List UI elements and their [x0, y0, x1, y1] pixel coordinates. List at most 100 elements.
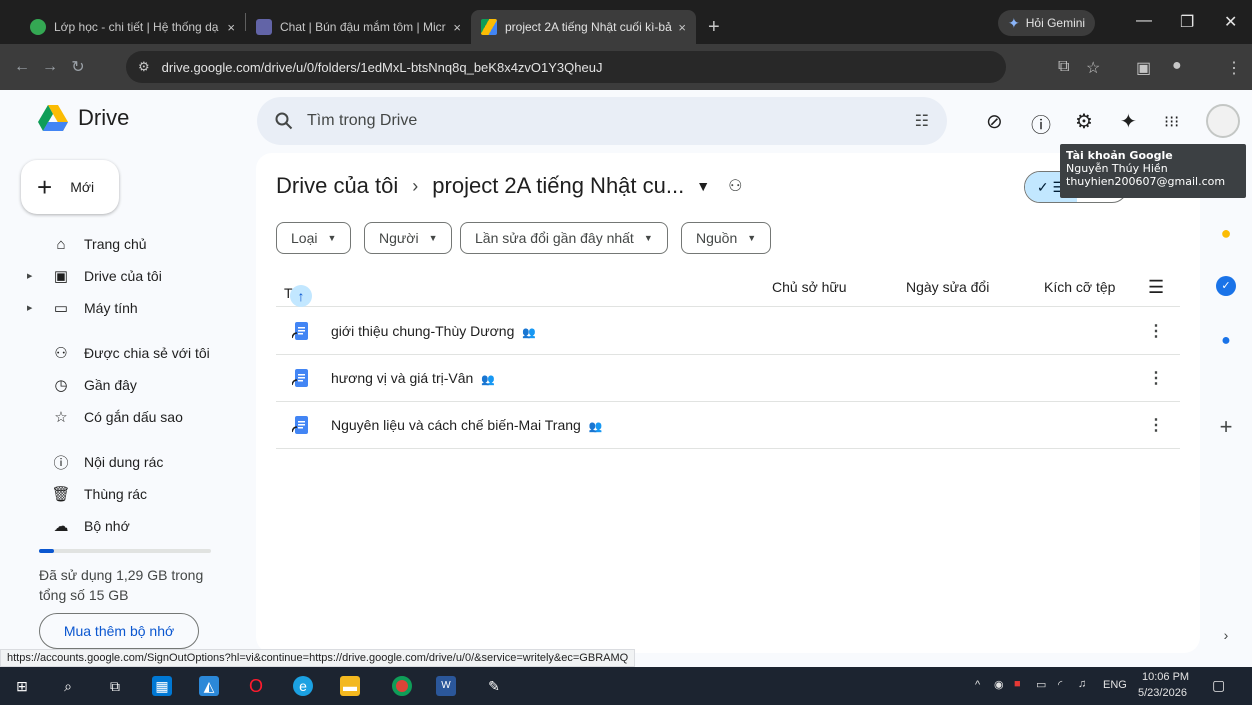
keep-icon[interactable]: ●: [1216, 223, 1236, 243]
buy-storage-button[interactable]: Mua thêm bộ nhớ: [39, 613, 199, 649]
close-tab-icon[interactable]: ×: [678, 20, 686, 35]
sidebar-item-home[interactable]: ⌂ Trang chủ: [30, 234, 146, 254]
forward-icon[interactable]: →: [36, 58, 64, 76]
wifi-icon[interactable]: ◜: [1058, 678, 1062, 691]
word-icon[interactable]: W: [436, 676, 456, 696]
sidebar-item-shared[interactable]: ⚇ Được chia sẻ với tôi: [30, 343, 210, 363]
sidebar-item-recent[interactable]: ◷ Gần đây: [30, 375, 136, 395]
side-panel-icon[interactable]: ▣: [1136, 58, 1151, 78]
expand-arrow-icon[interactable]: ▶: [27, 304, 32, 312]
store-icon[interactable]: ▦: [152, 676, 172, 696]
drive-logo[interactable]: Drive: [38, 105, 129, 131]
close-tab-icon[interactable]: ×: [453, 20, 461, 35]
column-modified-header[interactable]: Ngày sửa đổi: [906, 279, 989, 295]
edge-icon[interactable]: e: [293, 676, 313, 696]
tooltip-title: Tài khoản Google: [1066, 149, 1173, 162]
ask-gemini-button[interactable]: ✦ Hỏi Gemini: [998, 10, 1096, 36]
tray-app-icon[interactable]: ◉: [994, 678, 1004, 691]
browser-tab[interactable]: Chat | Bún đậu mắm tôm | Micr ×: [246, 10, 471, 44]
cloud-icon: ☁: [53, 518, 69, 535]
cast-icon[interactable]: ⧉: [1058, 58, 1069, 76]
sort-options-icon[interactable]: ☰: [1148, 277, 1164, 298]
apps-grid-icon[interactable]: ⁝⁝⁝: [1164, 112, 1179, 132]
computer-icon: ▭: [53, 300, 69, 317]
reload-icon[interactable]: ↻: [64, 57, 92, 77]
table-row[interactable]: hương vị và giá trị-Vân 👥 ⋮: [276, 355, 1180, 402]
chip-label: Người: [379, 230, 419, 246]
search-options-icon[interactable]: ☷: [915, 111, 929, 131]
folder-menu-caret-icon[interactable]: ▼: [696, 178, 710, 194]
battery-icon[interactable]: ▭: [1036, 678, 1046, 691]
more-actions-icon[interactable]: ⋮: [1148, 321, 1164, 341]
add-addon-icon[interactable]: +: [1216, 416, 1236, 438]
filter-source-chip[interactable]: Nguồn ▼: [681, 222, 772, 254]
browser-tab-active[interactable]: project 2A tiếng Nhật cuối kì-bả ×: [471, 10, 696, 44]
filter-modified-chip[interactable]: Lần sửa đổi gần đây nhất ▼: [460, 222, 668, 254]
folder-title[interactable]: project 2A tiếng Nhật cu...: [432, 173, 684, 199]
help-icon[interactable]: ⓘ: [1031, 109, 1051, 138]
breadcrumb-root[interactable]: Drive của tôi: [276, 173, 398, 199]
input-language[interactable]: ENG: [1103, 679, 1127, 691]
opera-icon[interactable]: O: [246, 676, 266, 696]
filter-type-chip[interactable]: Loại ▼: [276, 222, 352, 254]
tasks-icon[interactable]: ✓: [1216, 276, 1236, 296]
chrome-icon[interactable]: [392, 676, 412, 696]
table-row[interactable]: Nguyên liệu và cách chế biến-Mai Trang 👥 …: [276, 402, 1180, 449]
new-button[interactable]: + Mới: [21, 160, 119, 214]
caret-down-icon: ▼: [327, 233, 337, 243]
minimize-icon[interactable]: —: [1136, 12, 1152, 30]
column-size-header[interactable]: Kích cỡ tệp: [1044, 279, 1115, 295]
omnibox[interactable]: ⚙ drive.google.com/drive/u/0/folders/1ed…: [126, 51, 1006, 83]
show-hidden-icons[interactable]: ^: [975, 679, 980, 691]
account-avatar[interactable]: [1206, 104, 1240, 138]
notifications-icon[interactable]: ▢: [1212, 677, 1225, 694]
close-window-icon[interactable]: ✕: [1224, 12, 1237, 32]
photos-icon[interactable]: ◭: [199, 676, 219, 696]
caret-down-icon: ▼: [643, 233, 653, 243]
gemini-sparkle-icon: ✦: [1008, 14, 1020, 31]
taskbar-search-icon[interactable]: ⌕: [58, 676, 78, 696]
gemini-icon[interactable]: ✦: [1120, 109, 1137, 134]
tab-title: Chat | Bún đậu mắm tôm | Micr: [280, 20, 446, 34]
bookmark-star-icon[interactable]: ☆: [1086, 58, 1100, 78]
sidebar-item-starred[interactable]: ☆ Có gắn dấu sao: [30, 407, 183, 427]
close-tab-icon[interactable]: ×: [227, 20, 235, 35]
tray-antivirus-icon[interactable]: ■: [1014, 678, 1021, 690]
browser-tab[interactable]: Lớp học - chi tiết | Hệ thống dạ ×: [20, 10, 245, 44]
sidebar-item-storage[interactable]: ☁ Bộ nhớ: [30, 516, 130, 536]
file-explorer-icon[interactable]: ▬: [340, 676, 360, 696]
sidebar-item-spam[interactable]: ⓘ Nội dung rác: [30, 452, 163, 472]
new-tab-button[interactable]: +: [696, 10, 732, 44]
table-row[interactable]: giới thiệu chung-Thùy Dương 👥 ⋮: [276, 308, 1180, 355]
tooltip-email: thuyhien200607@gmail.com: [1066, 175, 1226, 188]
url-text: drive.google.com/drive/u/0/folders/1edMx…: [161, 59, 603, 75]
restore-icon[interactable]: ❐: [1180, 12, 1194, 32]
browser-menu-icon[interactable]: ⋮: [1226, 58, 1242, 78]
windows-start-icon[interactable]: ⊞: [12, 676, 32, 696]
sidebar-item-my-drive[interactable]: ▶ ▣ Drive của tôi: [27, 266, 162, 286]
search-input[interactable]: Tìm trong Drive ☷: [257, 97, 947, 145]
sidebar-item-trash[interactable]: 🗑 Thùng rác: [30, 484, 147, 504]
back-icon[interactable]: ←: [8, 58, 36, 76]
more-actions-icon[interactable]: ⋮: [1148, 368, 1164, 388]
sidebar-item-computers[interactable]: ▶ ▭ Máy tính: [27, 298, 138, 318]
profile-icon[interactable]: ●: [1172, 57, 1182, 75]
volume-icon[interactable]: ♫: [1078, 678, 1086, 690]
settings-gear-icon[interactable]: ⚙: [1075, 109, 1093, 134]
expand-panel-icon[interactable]: ›: [1216, 625, 1236, 645]
task-view-icon[interactable]: ⧉: [105, 676, 125, 696]
more-actions-icon[interactable]: ⋮: [1148, 415, 1164, 435]
filter-people-chip[interactable]: Người ▼: [364, 222, 453, 254]
site-info-icon[interactable]: ⚙: [138, 59, 150, 75]
expand-arrow-icon[interactable]: ▶: [27, 272, 32, 280]
clock-time[interactable]: 10:06 PM: [1142, 671, 1189, 683]
chip-label: Nguồn: [696, 230, 738, 246]
breadcrumb: Drive của tôi › project 2A tiếng Nhật cu…: [276, 173, 742, 199]
sort-ascending-icon[interactable]: ↑: [290, 285, 312, 307]
offline-ready-icon[interactable]: ⊘: [986, 109, 1003, 134]
search-icon[interactable]: [275, 112, 293, 130]
contacts-icon[interactable]: ●: [1216, 331, 1236, 351]
google-docs-shortcut-icon: [292, 416, 308, 434]
clock-date[interactable]: 5/23/2026: [1138, 687, 1187, 699]
paint-icon[interactable]: ✎: [484, 676, 504, 696]
